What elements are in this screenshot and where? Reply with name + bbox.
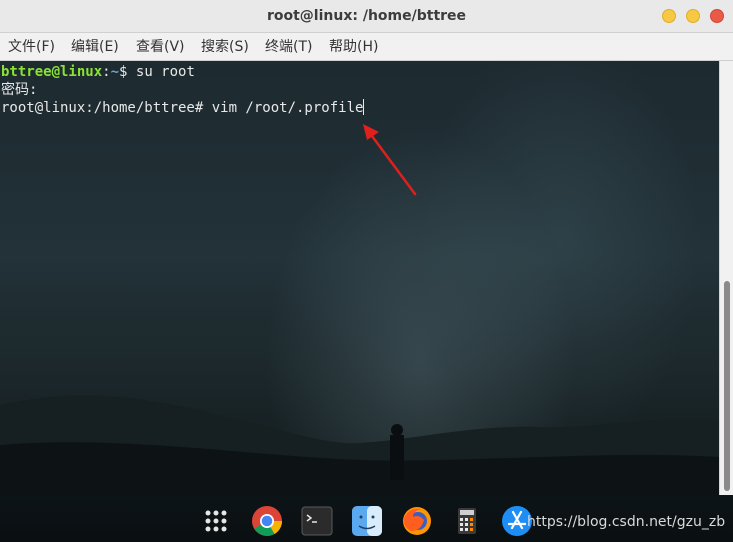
scrollbar-thumb[interactable] xyxy=(724,281,730,491)
firefox-icon[interactable] xyxy=(401,505,433,537)
menu-bar: 文件(F) 编辑(E) 查看(V) 搜索(S) 终端(T) 帮助(H) xyxy=(0,33,733,61)
chrome-icon[interactable] xyxy=(251,505,283,537)
terminal-window: root@linux: /home/bttree 文件(F) 编辑(E) 查看(… xyxy=(0,0,733,495)
terminal-line-3: root@linux:/home/bttree# vim /root/.prof… xyxy=(1,99,365,117)
close-button[interactable] xyxy=(710,9,724,23)
vertical-scrollbar[interactable] xyxy=(719,61,733,495)
terminal-line-1: bttree@linux:~$ su root xyxy=(1,63,195,81)
red-arrow-annotation xyxy=(363,124,417,196)
menu-edit[interactable]: 编辑(E) xyxy=(71,33,119,61)
apps-grid-icon[interactable] xyxy=(200,505,232,537)
menu-terminal[interactable]: 终端(T) xyxy=(265,33,312,61)
dock: https://blog.csdn.net/gzu_zb xyxy=(0,495,733,542)
prompt-sep: : xyxy=(102,64,111,80)
minimize-button[interactable] xyxy=(662,9,676,23)
background-landscape xyxy=(0,395,719,495)
prompt-path: ~ xyxy=(110,64,120,80)
text-cursor xyxy=(363,99,365,115)
menu-help[interactable]: 帮助(H) xyxy=(329,33,378,61)
terminal-icon[interactable] xyxy=(301,505,333,537)
menu-view[interactable]: 查看(V) xyxy=(136,33,185,61)
prompt-user: bttree@linux xyxy=(1,64,103,80)
maximize-button[interactable] xyxy=(686,9,700,23)
menu-file[interactable]: 文件(F) xyxy=(8,33,55,61)
command-vim: root@linux:/home/bttree# vim /root/.prof… xyxy=(1,100,364,116)
calculator-icon[interactable] xyxy=(451,505,483,537)
terminal-line-2: 密码: xyxy=(1,82,38,98)
command-su: $ su root xyxy=(119,64,195,80)
watermark: https://blog.csdn.net/gzu_zb xyxy=(527,514,726,530)
window-title: root@linux: /home/bttree xyxy=(266,8,467,24)
finder-icon[interactable] xyxy=(351,505,383,537)
menu-search[interactable]: 搜索(S) xyxy=(201,33,249,61)
title-bar[interactable]: root@linux: /home/bttree xyxy=(0,0,733,33)
